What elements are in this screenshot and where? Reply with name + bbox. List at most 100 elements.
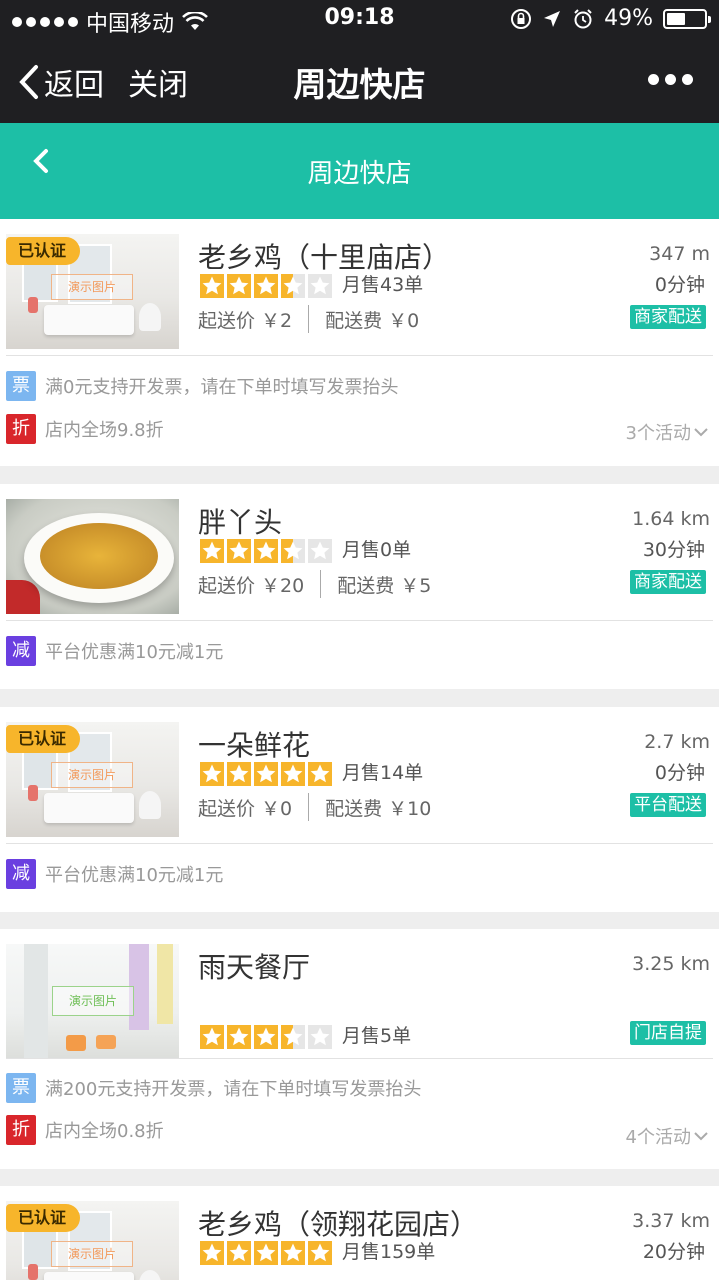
alarm-icon [574, 8, 592, 28]
star-icon [227, 762, 251, 786]
store-name: 一朵鲜花 [198, 729, 311, 762]
rating-stars [200, 1241, 332, 1265]
page-back-button[interactable] [28, 143, 68, 183]
min-order: 起送价 ￥20 [198, 574, 305, 597]
delivery-time: 0分钟 [654, 274, 705, 296]
store-card[interactable]: 演示图片 已认证 老乡鸡（领翔花园店） 3.37 km 月售159单 20分钟 [0, 1186, 719, 1280]
delivery-type-badge: 商家配送 [630, 305, 706, 329]
invoice-tag: 票 [6, 1073, 36, 1103]
star-icon [227, 1241, 251, 1265]
store-distance: 347 m [649, 243, 710, 265]
promo-item: 减 平台优惠满10元减1元 [6, 636, 223, 666]
delivery-fee: 配送费 ￥0 [325, 309, 420, 332]
star-icon [200, 1025, 224, 1049]
close-button[interactable]: 关闭 [128, 60, 188, 104]
store-distance: 2.7 km [644, 731, 710, 753]
certified-badge: 已认证 [6, 1204, 81, 1232]
store-image [6, 499, 179, 614]
promo-text: 满0元支持开发票，请在下单时填写发票抬头 [45, 377, 399, 398]
rating-stars [200, 274, 332, 298]
promo-text: 平台优惠满10元减1元 [45, 642, 224, 663]
page-title: 周边快店 [307, 159, 412, 189]
fee-info: 起送价 ￥20 配送费 ￥5 [198, 570, 431, 598]
chevron-left-icon [19, 65, 38, 99]
star-icon [281, 1025, 305, 1049]
status-bar: 中国移动 09:18 49% [0, 0, 719, 40]
invoice-tag: 票 [6, 371, 36, 401]
chevron-left-icon [33, 149, 48, 173]
star-icon [281, 274, 305, 298]
chevron-down-icon [694, 1132, 708, 1141]
activity-toggle[interactable]: 4个活动 [626, 1123, 709, 1149]
activity-toggle[interactable]: 3个活动 [626, 419, 709, 445]
store-card[interactable]: 演示图片 雨天餐厅 3.25 km 月售5单 门店自提 票 满200元支持开发票… [0, 929, 719, 1169]
fee-info: 起送价 ￥0 配送费 ￥10 [198, 793, 431, 821]
store-distance: 3.25 km [632, 953, 710, 975]
star-icon [281, 539, 305, 563]
activity-count: 4个活动 [625, 1127, 691, 1148]
fee-info: 起送价 ￥2 配送费 ￥0 [198, 305, 419, 333]
promo-item: 票 满200元支持开发票，请在下单时填写发票抬头 [6, 1073, 421, 1103]
divider [6, 843, 713, 844]
delivery-time: 0分钟 [654, 762, 705, 784]
delivery-time: 30分钟 [642, 539, 705, 561]
star-icon [254, 762, 278, 786]
reduce-tag: 减 [6, 636, 36, 666]
promo-item: 折 店内全场0.8折 [6, 1115, 164, 1145]
min-order: 起送价 ￥0 [198, 797, 293, 820]
star-icon [281, 1241, 305, 1265]
image-watermark: 演示图片 [51, 1241, 133, 1267]
monthly-sales: 月售0单 [342, 539, 412, 561]
reduce-tag: 减 [6, 859, 36, 889]
store-card[interactable]: 演示图片 已认证 老乡鸡（十里庙店） 347 m 月售43单 0分钟 起送价 ￥… [0, 219, 719, 466]
more-menu-button[interactable] [648, 74, 693, 85]
page-header: 周边快店 [0, 123, 719, 219]
back-label: 返回 [44, 68, 104, 103]
divider [6, 1058, 713, 1059]
delivery-type-badge: 商家配送 [630, 570, 706, 594]
image-watermark: 演示图片 [51, 762, 133, 788]
promo-text: 满200元支持开发票，请在下单时填写发票抬头 [45, 1079, 422, 1100]
store-name: 雨天餐厅 [198, 951, 311, 984]
promo-item: 减 平台优惠满10元减1元 [6, 859, 223, 889]
discount-tag: 折 [6, 1115, 36, 1145]
navbar-title: 周边快店 [293, 65, 426, 104]
divider [6, 355, 713, 356]
location-arrow-icon [544, 10, 561, 27]
back-button[interactable]: 返回 [18, 60, 104, 104]
promo-text: 平台优惠满10元减1元 [45, 865, 224, 886]
star-icon [308, 539, 332, 563]
store-name: 胖丫头 [198, 506, 283, 539]
battery-icon [663, 8, 711, 29]
star-icon [227, 539, 251, 563]
min-order: 起送价 ￥2 [198, 309, 293, 332]
image-watermark: 演示图片 [52, 986, 134, 1016]
image-watermark: 演示图片 [51, 274, 133, 300]
star-icon [254, 539, 278, 563]
store-distance: 1.64 km [632, 508, 710, 530]
star-icon [281, 762, 305, 786]
star-icon [254, 1241, 278, 1265]
discount-tag: 折 [6, 414, 36, 444]
certified-badge: 已认证 [6, 725, 81, 753]
activity-count: 3个活动 [625, 423, 691, 444]
star-icon [308, 1241, 332, 1265]
store-distance: 3.37 km [632, 1210, 710, 1232]
rating-stars [200, 1025, 332, 1049]
star-icon [200, 274, 224, 298]
star-icon [200, 762, 224, 786]
promo-item: 票 满0元支持开发票，请在下单时填写发票抬头 [6, 371, 398, 401]
star-icon [227, 274, 251, 298]
promo-text: 店内全场9.8折 [45, 420, 164, 441]
chevron-down-icon [694, 428, 708, 437]
star-icon [200, 1241, 224, 1265]
star-icon [308, 1025, 332, 1049]
star-icon [254, 274, 278, 298]
store-card[interactable]: 演示图片 已认证 一朵鲜花 2.7 km 月售14单 0分钟 起送价 ￥0 配送… [0, 707, 719, 912]
monthly-sales: 月售14单 [342, 762, 424, 784]
store-name: 老乡鸡（领翔花园店） [198, 1208, 479, 1241]
wechat-navbar: 返回 关闭 周边快店 [0, 40, 719, 123]
store-card[interactable]: 胖丫头 1.64 km 月售0单 30分钟 起送价 ￥20 配送费 ￥5 商家配… [0, 484, 719, 689]
divider [6, 620, 713, 621]
monthly-sales: 月售159单 [342, 1241, 436, 1263]
